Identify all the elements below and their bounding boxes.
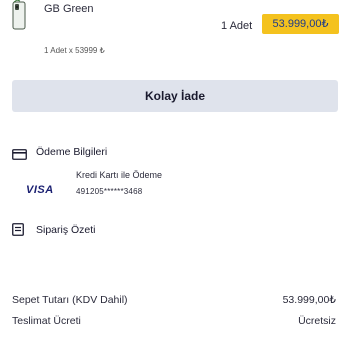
receipt-icon [12, 223, 24, 236]
phone-icon [12, 0, 26, 30]
payment-method-title: Kredi Kartı ile Ödeme [76, 170, 163, 180]
cart-total-value: 53.999,00₺ [282, 294, 336, 306]
product-quantity: 1 Adet [221, 20, 253, 32]
credit-card-icon [12, 147, 27, 160]
payment-info-title: Ödeme Bilgileri [36, 146, 108, 158]
visa-logo: VISA [26, 184, 54, 196]
product-name[interactable]: GB Green [44, 3, 94, 15]
delivery-fee-label: Teslimat Ücreti [12, 315, 81, 327]
masked-card-number: 491205******3468 [76, 187, 143, 196]
product-row: GB Green 1 Adet 53.999,00₺ 1 Adet x 5399… [0, 0, 350, 55]
product-thumbnail[interactable] [12, 0, 26, 30]
delivery-fee-value: Ücretsiz [298, 315, 336, 327]
product-price: 53.999,00₺ [262, 14, 339, 34]
easy-return-button[interactable]: Kolay İade [12, 80, 338, 112]
cart-total-label: Sepet Tutarı (KDV Dahil) [12, 294, 128, 306]
order-summary-header: Sipariş Özeti [12, 223, 96, 236]
order-summary-title: Sipariş Özeti [36, 223, 96, 236]
quantity-detail: 1 Adet x 53999 ₺ [44, 46, 105, 55]
payment-info-header: Ödeme Bilgileri [12, 146, 108, 160]
